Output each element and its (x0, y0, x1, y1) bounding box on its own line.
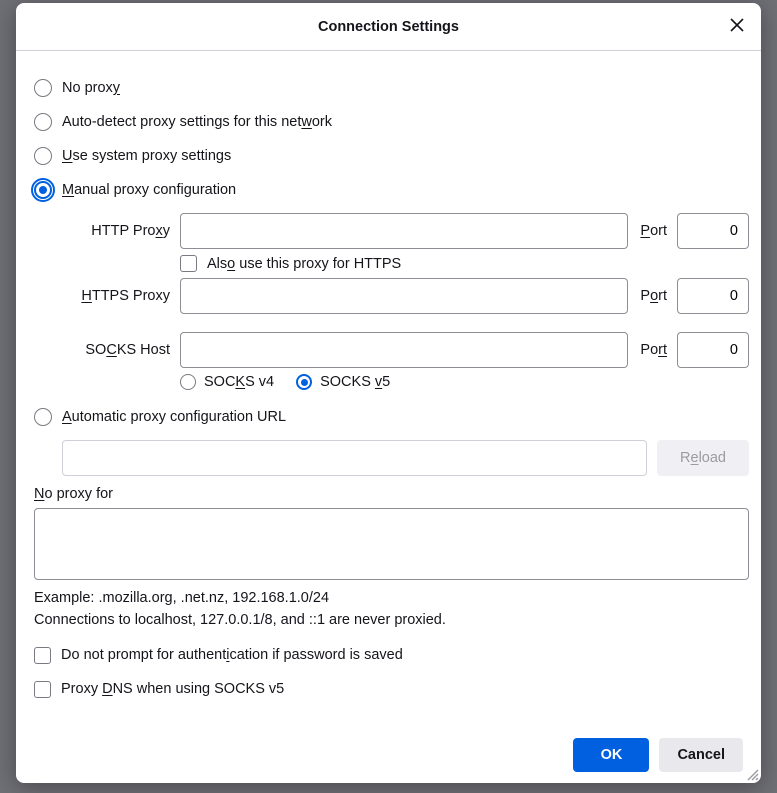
reload-button[interactable]: Reload (657, 440, 749, 476)
checkbox-icon (34, 647, 51, 664)
close-icon (730, 18, 744, 36)
option-label: Auto-detect proxy settings for this netw… (62, 114, 332, 130)
option-label: Use system proxy settings (62, 148, 231, 164)
cancel-button[interactable]: Cancel (659, 738, 743, 772)
socks-port-label: Port (634, 342, 671, 358)
http-port-input[interactable] (677, 213, 749, 249)
checkbox-label: Proxy DNS when using SOCKS v5 (61, 681, 284, 697)
option-label: SOCKS v4 (204, 374, 274, 390)
localhost-note: Connections to localhost, 127.0.0.1/8, a… (34, 612, 749, 628)
option-socks-v5[interactable]: SOCKS v5 (296, 374, 390, 390)
checkbox-no-auth-prompt[interactable]: Do not prompt for authentication if pass… (34, 638, 749, 672)
https-proxy-label: HTTPS Proxy (62, 288, 174, 304)
radio-icon (34, 79, 52, 97)
radio-icon (34, 181, 52, 199)
dialog-title: Connection Settings (318, 19, 459, 35)
no-proxy-for-label: No proxy for (34, 486, 749, 502)
option-auto-detect[interactable]: Auto-detect proxy settings for this netw… (34, 105, 749, 139)
https-proxy-input[interactable] (180, 278, 628, 314)
option-system-proxy[interactable]: Use system proxy settings (34, 139, 749, 173)
option-label: Manual proxy configuration (62, 182, 236, 198)
option-socks-v4[interactable]: SOCKS v4 (180, 374, 274, 390)
option-automatic-pac[interactable]: Automatic proxy configuration URL (34, 400, 749, 434)
checkbox-icon[interactable] (180, 255, 197, 272)
radio-icon (34, 408, 52, 426)
connection-settings-dialog: Connection Settings No proxy Auto-detect… (16, 3, 761, 783)
radio-icon (296, 374, 312, 390)
option-label: SOCKS v5 (320, 374, 390, 390)
pac-url-input[interactable] (62, 440, 647, 476)
radio-icon (34, 113, 52, 131)
resize-grip-icon[interactable] (745, 767, 759, 781)
option-label: No proxy (62, 80, 120, 96)
https-port-input[interactable] (677, 278, 749, 314)
option-label: Automatic proxy configuration URL (62, 409, 286, 425)
socks-host-label: SOCKS Host (62, 342, 174, 358)
manual-proxy-section: HTTP Proxy Port Also use this proxy for … (34, 213, 749, 390)
dialog-titlebar: Connection Settings (16, 3, 761, 51)
ok-button[interactable]: OK (573, 738, 649, 772)
option-no-proxy[interactable]: No proxy (34, 71, 749, 105)
http-port-label: Port (634, 223, 671, 239)
http-proxy-label: HTTP Proxy (62, 223, 174, 239)
checkbox-label: Do not prompt for authentication if pass… (61, 647, 403, 663)
socks-host-input[interactable] (180, 332, 628, 368)
dialog-body: No proxy Auto-detect proxy settings for … (16, 51, 761, 727)
http-proxy-input[interactable] (180, 213, 628, 249)
https-port-label: Port (634, 288, 671, 304)
also-https-label: Also use this proxy for HTTPS (207, 256, 401, 272)
option-manual-proxy[interactable]: Manual proxy configuration (34, 173, 749, 207)
radio-icon (34, 147, 52, 165)
checkbox-proxy-dns-socks5[interactable]: Proxy DNS when using SOCKS v5 (34, 672, 749, 706)
no-proxy-example: Example: .mozilla.org, .net.nz, 192.168.… (34, 590, 749, 606)
dialog-footer: OK Cancel (16, 727, 761, 783)
no-proxy-for-textarea[interactable] (34, 508, 749, 580)
checkbox-icon (34, 681, 51, 698)
close-button[interactable] (721, 11, 753, 43)
radio-icon (180, 374, 196, 390)
socks-port-input[interactable] (677, 332, 749, 368)
